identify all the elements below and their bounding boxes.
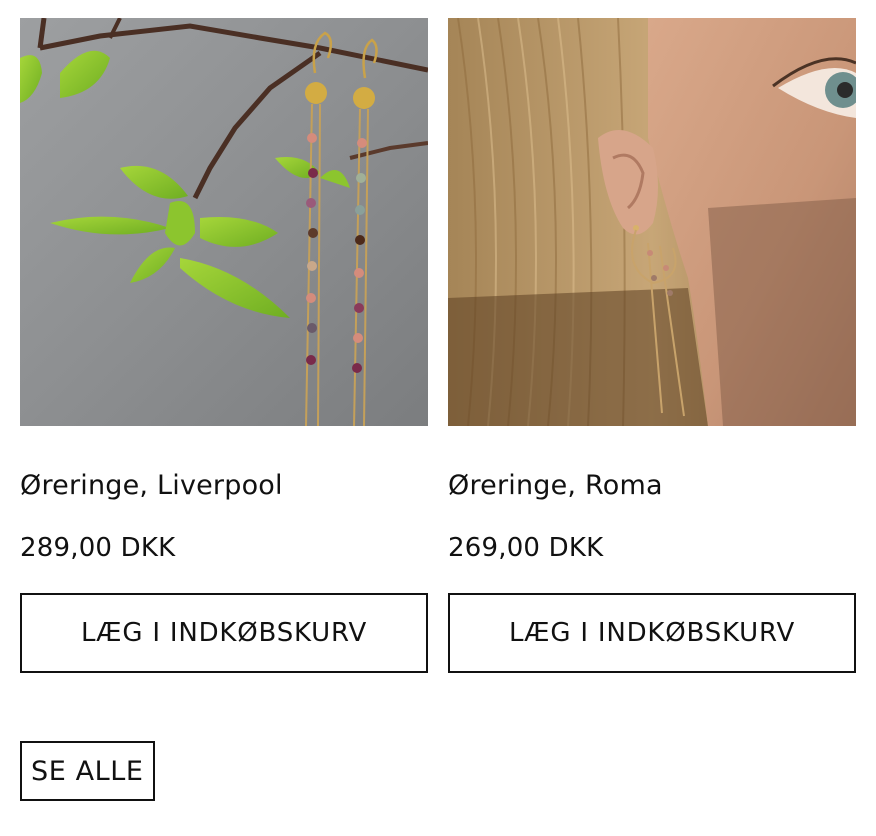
product-price: 289,00 DKK (20, 533, 176, 564)
product-card: Øreringe, Roma 269,00 DKK LÆG I INDKØBSK… (448, 18, 856, 673)
product-image-liverpool[interactable] (20, 18, 428, 426)
add-to-cart-button[interactable]: LÆG I INDKØBSKURV (20, 592, 428, 673)
product-grid: Øreringe, Liverpool 289,00 DKK LÆG I IND… (20, 18, 856, 673)
product-image-roma[interactable] (448, 18, 856, 426)
add-to-cart-button[interactable]: LÆG I INDKØBSKURV (448, 592, 856, 673)
product-card: Øreringe, Liverpool 289,00 DKK LÆG I IND… (20, 18, 428, 673)
see-all-button[interactable]: SE ALLE (20, 741, 155, 801)
product-price: 269,00 DKK (448, 533, 604, 564)
product-title[interactable]: Øreringe, Roma (448, 470, 856, 502)
product-title[interactable]: Øreringe, Liverpool (20, 470, 428, 502)
